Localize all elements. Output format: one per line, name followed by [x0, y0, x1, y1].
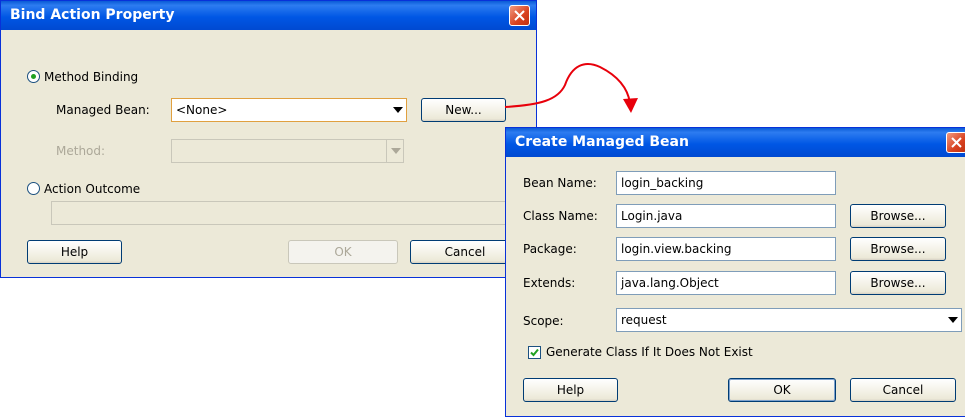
bind-help-button[interactable]: Help [27, 240, 122, 264]
create-dialog-titlebar: Create Managed Bean [506, 128, 965, 157]
action-outcome-select[interactable] [51, 201, 521, 225]
method-binding-label: Method Binding [44, 70, 139, 84]
action-outcome-label: Action Outcome [44, 182, 141, 196]
managed-bean-label: Managed Bean: [56, 103, 150, 117]
class-name-input[interactable]: Login.java [616, 204, 836, 228]
scope-value: request [621, 313, 667, 327]
package-label: Package: [523, 242, 577, 256]
bean-name-label: Bean Name: [523, 176, 597, 190]
checkmark-icon [530, 348, 539, 357]
extends-label: Extends: [523, 276, 576, 290]
package-value: login.view.backing [621, 242, 732, 256]
chevron-down-icon [393, 107, 403, 113]
extends-input[interactable]: java.lang.Object [616, 271, 836, 295]
managed-bean-dropdown-arrow[interactable] [389, 99, 406, 121]
method-dropdown-arrow[interactable] [386, 140, 403, 162]
bind-action-property-dialog: Bind Action Property Method Binding Mana… [0, 0, 537, 278]
close-icon [514, 10, 525, 21]
create-cancel-button[interactable]: Cancel [850, 378, 956, 402]
class-name-value: Login.java [621, 209, 683, 223]
action-outcome-radio[interactable] [27, 182, 40, 195]
bind-dialog-titlebar: Bind Action Property [1, 1, 536, 30]
scope-label: Scope: [523, 314, 564, 328]
method-select[interactable] [171, 139, 404, 163]
new-bean-button[interactable]: New... [421, 98, 506, 122]
connector-arrow [504, 63, 638, 113]
managed-bean-value: <None> [176, 103, 228, 117]
bean-name-input[interactable]: login_backing [616, 171, 836, 195]
package-browse-button[interactable]: Browse... [850, 237, 946, 261]
create-dialog-title: Create Managed Bean [515, 134, 689, 150]
scope-dropdown-arrow[interactable] [944, 309, 961, 331]
create-help-button[interactable]: Help [523, 378, 618, 402]
chevron-down-icon [391, 148, 401, 154]
create-managed-bean-dialog: Create Managed Bean Bean Name: login_bac… [505, 127, 965, 417]
close-icon [951, 137, 962, 148]
method-binding-radio[interactable] [27, 70, 40, 83]
chevron-down-icon [948, 317, 958, 323]
radio-selected-dot [31, 74, 36, 79]
managed-bean-select[interactable]: <None> [171, 98, 407, 122]
package-input[interactable]: login.view.backing [616, 237, 836, 261]
create-ok-button[interactable]: OK [728, 378, 836, 402]
create-dialog-close-button[interactable] [946, 132, 965, 153]
arrow-head-icon [623, 98, 638, 113]
class-name-label: Class Name: [523, 209, 598, 223]
bind-ok-button[interactable]: OK [288, 240, 398, 264]
extends-browse-button[interactable]: Browse... [850, 271, 946, 295]
method-label: Method: [56, 144, 106, 158]
generate-class-label: Generate Class If It Does Not Exist [546, 345, 753, 359]
class-name-browse-button[interactable]: Browse... [850, 204, 946, 228]
generate-class-checkbox[interactable] [528, 346, 541, 359]
bind-cancel-button[interactable]: Cancel [410, 240, 520, 264]
scope-select[interactable]: request [616, 308, 962, 332]
bind-dialog-title: Bind Action Property [10, 7, 175, 23]
bind-dialog-close-button[interactable] [509, 5, 530, 26]
bean-name-value: login_backing [621, 176, 704, 190]
extends-value: java.lang.Object [621, 276, 719, 290]
